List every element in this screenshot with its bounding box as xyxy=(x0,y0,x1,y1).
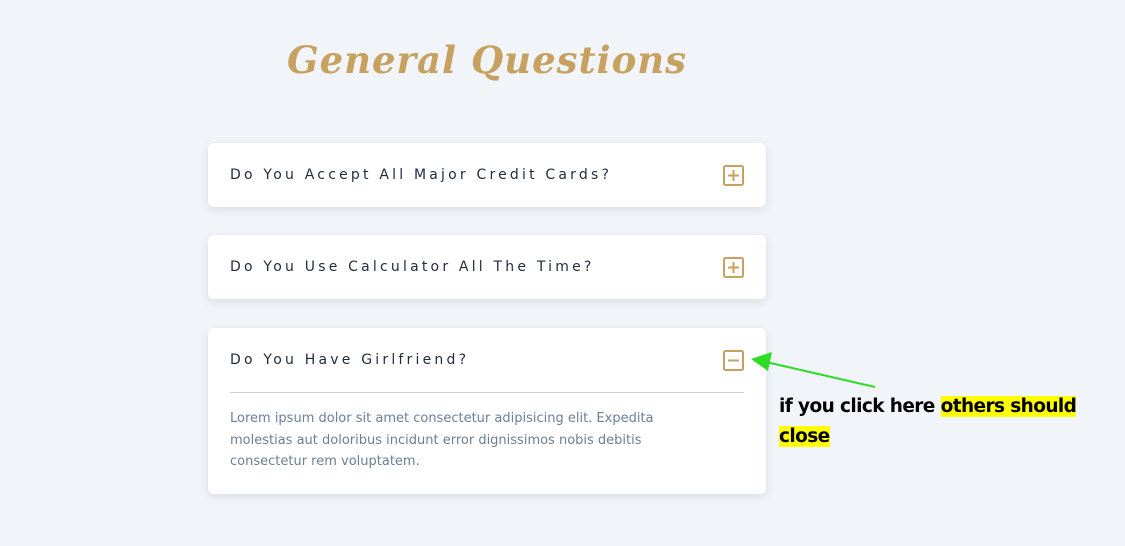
faq-divider xyxy=(230,392,744,393)
page-title: General Questions xyxy=(286,38,688,82)
plus-square-icon[interactable] xyxy=(723,165,744,186)
minus-square-icon[interactable] xyxy=(723,350,744,371)
faq-item[interactable]: Do You Use Calculator All The Time? xyxy=(208,235,766,299)
faq-question: Do You Have Girlfriend? xyxy=(230,352,470,368)
faq-item-header[interactable]: Do You Have Girlfriend? xyxy=(208,328,766,392)
faq-item-expanded[interactable]: Do You Have Girlfriend? Lorem ipsum dolo… xyxy=(208,328,766,494)
annotation-note: if you click here others should close xyxy=(779,392,1119,452)
annotation-text: if you click here xyxy=(779,396,941,417)
faq-item[interactable]: Do You Accept All Major Credit Cards? xyxy=(208,143,766,207)
faq-answer: Lorem ipsum dolor sit amet consectetur a… xyxy=(230,411,654,469)
plus-square-icon[interactable] xyxy=(723,257,744,278)
faq-question: Do You Use Calculator All The Time? xyxy=(230,259,595,275)
faq-item-header[interactable]: Do You Use Calculator All The Time? xyxy=(208,235,766,299)
faq-question: Do You Accept All Major Credit Cards? xyxy=(230,167,613,183)
faq-item-header[interactable]: Do You Accept All Major Credit Cards? xyxy=(208,143,766,207)
